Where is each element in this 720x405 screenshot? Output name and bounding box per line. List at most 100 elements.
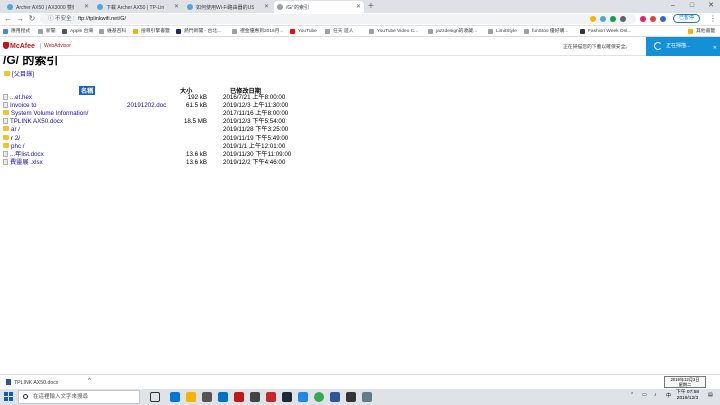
bookmark-icon <box>176 29 181 34</box>
maximize-button[interactable]: □ <box>683 0 701 13</box>
file-name-link[interactable]: phc / <box>3 142 24 151</box>
file-name-link[interactable]: ...年list.docx <box>3 150 44 159</box>
minimize-button[interactable]: – <box>664 0 682 13</box>
close-icon[interactable]: ✕ <box>264 3 269 10</box>
extension-icon[interactable] <box>650 16 656 22</box>
bookmark-item[interactable]: jazzdesign的收藏... <box>428 27 477 36</box>
table-row[interactable]: r 2/2019/11/19 下午5:49:00 <box>3 134 303 143</box>
table-row[interactable]: 費靈展 .xlsx 13.6 kB 2019/12/2 下午4:46:00 <box>3 158 303 167</box>
reload-icon[interactable]: ↻ <box>27 14 37 24</box>
notification-icon[interactable]: ▤ <box>708 392 713 398</box>
close-icon[interactable]: ✕ <box>84 3 89 10</box>
bookmark-item[interactable]: 熱門新聞 - 台北... <box>176 27 221 36</box>
file-icon <box>3 94 8 100</box>
bookmark-item[interactable]: YouTube Video C... <box>369 27 418 36</box>
close-icon[interactable]: ✕ <box>174 3 179 10</box>
task-view-icon[interactable] <box>150 392 160 402</box>
close-icon[interactable]: ✕ <box>356 3 361 10</box>
file-date: 2016/7/21 上午8:00:00 <box>223 94 286 101</box>
bookmark-apps[interactable]: 應用程式 <box>3 27 30 36</box>
volume-icon[interactable]: ♪ <box>654 392 657 398</box>
window-close-button[interactable]: ✕ <box>702 0 720 13</box>
bookmark-icon <box>38 29 43 34</box>
file-name-link[interactable]: System Volume Information/ <box>3 110 88 118</box>
extension-icon[interactable] <box>620 16 626 22</box>
mcafee-scanning-button[interactable]: 正在掃描... ✕ <box>646 37 720 56</box>
mail-icon[interactable] <box>218 392 228 402</box>
tab-favicon-icon <box>187 4 193 10</box>
bookmark-item[interactable]: 新聞 <box>38 27 56 36</box>
bookmark-item[interactable]: 維基百科 <box>99 27 126 36</box>
chevron-up-icon[interactable]: ^ <box>88 378 91 384</box>
extension-icon[interactable] <box>610 16 616 22</box>
mcafee-message: 正在掃描您的下載以確保安全。 <box>563 45 631 50</box>
download-item[interactable]: TPLINK AX50.docx <box>6 379 58 386</box>
extension-icon[interactable] <box>590 16 596 22</box>
profile-button[interactable]: 已暫停 <box>673 14 701 23</box>
app-icon[interactable] <box>346 392 356 402</box>
url-text[interactable]: ftp://tplinkwifi.net/G/ <box>78 16 126 22</box>
mcafee-shield-icon <box>3 42 9 49</box>
file-name-continuation[interactable]: 20191202.doc <box>127 102 166 110</box>
new-tab-button[interactable]: + <box>368 1 374 12</box>
tab-download-archer[interactable]: 下載 Archer AX50 | TP-Link 臺灣 ✕ <box>94 1 182 13</box>
input-language[interactable]: 中 <box>666 392 671 399</box>
tab-archer-ax50[interactable]: Archer AX50 | AX3000 雙頻 Gi... ✕ <box>4 1 92 13</box>
bookmark-item[interactable]: Apple 台灣 <box>62 27 93 36</box>
parent-directory-link[interactable]: [父目錄] <box>12 71 34 78</box>
bookmark-item[interactable]: Fashion Week Onl... <box>580 27 631 36</box>
extension-icon[interactable] <box>660 16 666 22</box>
folder-icon <box>3 126 9 132</box>
bookmark-item[interactable]: 禮金優惠到2016月... <box>232 27 283 36</box>
store-icon[interactable] <box>202 392 212 402</box>
table-row[interactable]: Invoice to 20191202.doc 61.5 kB 2019/12/3 上… <box>3 102 303 110</box>
steam-icon[interactable] <box>282 392 292 402</box>
taskbar-search[interactable]: 在這裡輸入文字來搜尋 <box>18 390 140 404</box>
back-icon[interactable]: ← <box>3 14 13 24</box>
bookmark-item[interactable]: funStoo 優好購... <box>524 27 568 36</box>
chrome-icon[interactable] <box>314 392 324 402</box>
windows-start-icon[interactable] <box>4 392 13 401</box>
tab-usb-sharing[interactable]: 如何使用Wi-Fi路由器的USB共享 ✕ <box>184 1 272 13</box>
app-icon[interactable] <box>266 392 276 402</box>
bookmark-item[interactable]: YouTube <box>290 27 317 36</box>
bookmark-item[interactable]: LimitStyle <box>488 27 517 36</box>
bookmark-item[interactable]: 搜尋引擎書籤 <box>133 27 170 36</box>
tray-chevron-icon[interactable]: ⌃ <box>630 392 634 398</box>
file-name-link[interactable]: ar / <box>3 126 20 134</box>
file-name-link[interactable]: 費靈展 .xlsx <box>3 158 43 167</box>
file-name-link[interactable]: r 2/ <box>3 134 20 143</box>
file-size: 13.6 kB <box>186 158 207 166</box>
mcafee-icon[interactable] <box>234 392 244 402</box>
file-name-link[interactable]: Invoice to <box>3 102 36 110</box>
file-name-link[interactable]: ...et.hex <box>3 94 32 102</box>
file-name-link[interactable]: TPLINK AX50.docx <box>3 118 63 126</box>
table-row[interactable]: System Volume Information/2017/11/16 上午8… <box>3 110 303 118</box>
bookmark-item[interactable]: 任天 遊人 <box>325 27 354 36</box>
mcafee-bar: McAfee WebAdvisor 正在掃描您的下載以確保安全。 正在掃描...… <box>0 37 720 56</box>
file-date: 2019/11/30 下午11:09:00 <box>223 150 292 158</box>
forward-icon[interactable]: → <box>15 14 25 24</box>
photos-icon[interactable] <box>362 392 372 402</box>
app-icon[interactable] <box>250 392 260 402</box>
address-bar[interactable]: ⓘ 不安全 | ftp://tplinkwifi.net/G/ <box>40 14 636 24</box>
network-icon[interactable]: ▭ <box>642 392 647 398</box>
info-icon[interactable]: ⓘ <box>48 16 54 22</box>
table-row[interactable]: ...et.hex 192 kB 2016/7/21 上午8:00:00 <box>3 94 303 102</box>
folder-icon <box>3 134 9 140</box>
extension-icon[interactable] <box>600 16 606 22</box>
file-size: 18.5 MB <box>183 118 207 126</box>
downloads-bar: TPLINK AX50.docx ^ <box>0 374 720 389</box>
app-icon[interactable] <box>298 392 308 402</box>
word-icon[interactable] <box>330 392 340 402</box>
system-clock[interactable]: 下午 07:58 2019/12/3 <box>676 390 699 402</box>
menu-icon[interactable]: ⋮ <box>708 14 718 24</box>
edge-icon[interactable] <box>170 392 180 402</box>
tab-ftp-index[interactable]: /G/ 的索引 ✕ <box>274 1 364 13</box>
table-row[interactable]: ar / 2019/11/28 下午3:25:00 <box>3 126 303 134</box>
bookmark-other[interactable]: 其他書籤 <box>688 27 715 36</box>
file-explorer-icon[interactable] <box>186 392 196 402</box>
extension-icon[interactable] <box>640 16 646 22</box>
table-row[interactable]: phc / 2019/1/1 上午12:01:00 <box>3 142 303 151</box>
table-row[interactable]: ...年list.docx 13.6 kB 2019/11/30 下午11:09:0… <box>3 150 303 159</box>
